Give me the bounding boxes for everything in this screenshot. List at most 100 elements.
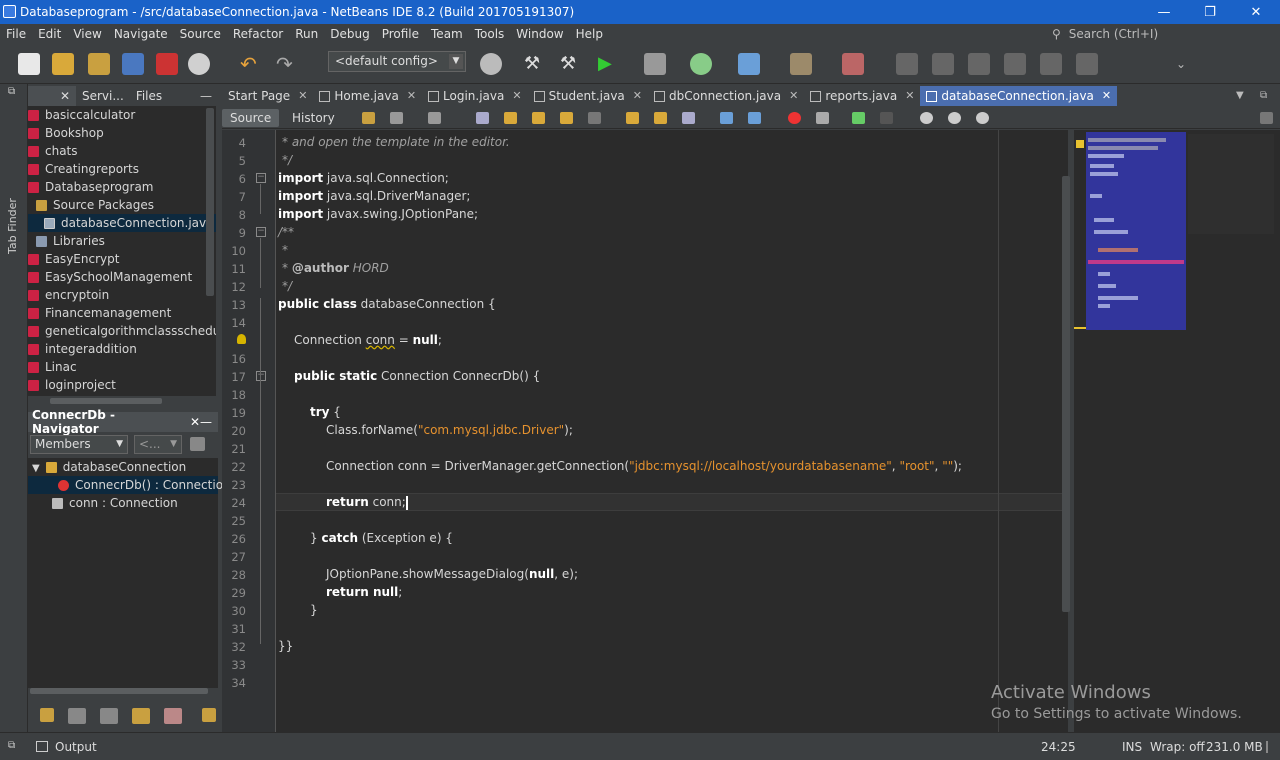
comment-icon[interactable]: [852, 112, 865, 124]
tree-item-selected[interactable]: databaseConnection.java: [28, 214, 216, 232]
save-all-icon[interactable]: [122, 53, 144, 75]
zoom-in-icon[interactable]: [920, 112, 933, 124]
close-icon[interactable]: ✕: [512, 86, 521, 106]
tree-item[interactable]: Libraries: [28, 232, 216, 250]
tree-item[interactable]: Bookshop: [28, 124, 216, 142]
fold-collapse-icon[interactable]: −: [256, 173, 266, 183]
menu-debug[interactable]: Debug: [324, 27, 375, 41]
restore-icon[interactable]: ⧉: [8, 86, 15, 97]
tree-item[interactable]: loginproject: [28, 376, 216, 394]
tree-item[interactable]: integeraddition: [28, 340, 216, 358]
clean-build-icon[interactable]: ⚒: [560, 53, 582, 75]
find-next-icon[interactable]: [532, 112, 545, 124]
tree-item[interactable]: Databaseprogram: [28, 178, 216, 196]
next-bookmark-icon[interactable]: [654, 112, 667, 124]
find-previous-icon[interactable]: [504, 112, 517, 124]
window-icon[interactable]: [896, 53, 918, 75]
screenshot-icon[interactable]: [738, 53, 760, 75]
nonpublic-filter-icon[interactable]: [132, 708, 150, 724]
back-icon[interactable]: [390, 112, 403, 124]
open-project-icon[interactable]: [88, 53, 110, 75]
undo-icon[interactable]: ↶: [240, 53, 262, 75]
toggle-highlight-icon[interactable]: [560, 112, 573, 124]
close-icon[interactable]: ✕: [298, 86, 307, 106]
fields-filter-icon[interactable]: [68, 708, 86, 724]
tree-item[interactable]: Linac: [28, 358, 216, 376]
new-file-icon[interactable]: [18, 53, 40, 75]
sort-icon[interactable]: [202, 708, 216, 722]
tab-dbconnection-java[interactable]: dbConnection.java ✕: [648, 86, 804, 106]
prev-bookmark-icon[interactable]: [626, 112, 639, 124]
tree-item[interactable]: Source Packages: [28, 196, 216, 214]
menu-team[interactable]: Team: [425, 27, 469, 41]
start-macro-icon[interactable]: [788, 112, 801, 124]
search-box[interactable]: ⚲ Search (Ctrl+I): [1052, 25, 1272, 43]
menu-run[interactable]: Run: [289, 27, 324, 41]
close-icon[interactable]: ✕: [407, 86, 416, 106]
find-icon[interactable]: [476, 112, 489, 124]
source-mode-button[interactable]: Source: [222, 109, 280, 127]
expand-triangle-icon[interactable]: ▼: [32, 463, 40, 474]
tab-start-page[interactable]: Start Page ✕: [222, 86, 313, 106]
last-edit-icon[interactable]: [362, 112, 375, 124]
build-hammer-icon[interactable]: ⚒: [524, 53, 546, 75]
nav-field-item[interactable]: conn : Connection: [28, 494, 218, 512]
more-chevron-icon[interactable]: ⌄: [1176, 53, 1198, 75]
close-icon[interactable]: ✕: [789, 86, 798, 106]
tab-home-java[interactable]: Home.java ✕: [313, 86, 422, 106]
tab-finder-label[interactable]: Tab Finder: [6, 198, 19, 254]
config-select[interactable]: <default config> ▼: [328, 51, 466, 72]
close-icon[interactable]: ✕: [190, 415, 200, 429]
zoom-reset-icon[interactable]: [976, 112, 989, 124]
menu-refactor[interactable]: Refactor: [227, 27, 289, 41]
forward-icon[interactable]: [428, 112, 441, 124]
maximize-button[interactable]: ❐: [1187, 0, 1233, 24]
minimize-button[interactable]: —: [1141, 0, 1187, 24]
tree-item[interactable]: encryptoin: [28, 286, 216, 304]
memory-usage[interactable]: 231.0 MB: [1206, 740, 1263, 754]
output-tab[interactable]: Output: [55, 740, 97, 754]
minimize-panel-icon[interactable]: —: [200, 89, 212, 103]
debug-icon[interactable]: [644, 53, 666, 75]
tree-item[interactable]: EasySchoolManagement: [28, 268, 216, 286]
warning-marker-icon[interactable]: [1076, 140, 1084, 148]
tools-icon[interactable]: [842, 53, 864, 75]
tab-student-java[interactable]: Student.java ✕: [528, 86, 648, 106]
split-icon[interactable]: [1076, 53, 1098, 75]
tab-projects[interactable]: ✕: [28, 86, 76, 106]
lightbulb-hint-icon[interactable]: [237, 334, 246, 344]
menu-profile[interactable]: Profile: [376, 27, 425, 41]
tree-item[interactable]: basiccalculator: [28, 106, 216, 124]
members-filter-select[interactable]: Members ▼: [30, 435, 128, 454]
navigator-hscrollbar[interactable]: [30, 688, 208, 694]
tab-list-icon[interactable]: ▼: [1236, 86, 1250, 106]
tab-databaseconnection-java[interactable]: databaseConnection.java ✕: [920, 86, 1118, 106]
fold-collapse-icon[interactable]: −: [256, 371, 266, 381]
close-icon[interactable]: ✕: [60, 86, 70, 106]
menu-help[interactable]: Help: [570, 27, 609, 41]
maximize-editor-icon[interactable]: ⧉: [1260, 86, 1274, 106]
menu-view[interactable]: View: [67, 27, 107, 41]
toggle-bookmark-icon[interactable]: [682, 112, 695, 124]
history-mode-button[interactable]: History: [284, 109, 343, 127]
navigator-options-icon[interactable]: [190, 437, 205, 451]
stop-macro-icon[interactable]: [816, 112, 829, 124]
restore-icon[interactable]: ⧉: [8, 740, 15, 751]
tree-item[interactable]: Creatingreports: [28, 160, 216, 178]
filezilla-icon[interactable]: [156, 53, 178, 75]
menu-navigate[interactable]: Navigate: [108, 27, 174, 41]
minimize-panel-icon[interactable]: —: [200, 415, 212, 429]
menu-edit[interactable]: Edit: [32, 27, 67, 41]
shift-right-icon[interactable]: [748, 112, 761, 124]
menu-file[interactable]: File: [0, 27, 32, 41]
uncomment-icon[interactable]: [880, 112, 893, 124]
close-button[interactable]: ✕: [1233, 0, 1279, 24]
tree-item[interactable]: EasyEncrypt: [28, 250, 216, 268]
windows-icon[interactable]: [1040, 53, 1062, 75]
inheritance-filter-select[interactable]: <... ▼: [134, 435, 182, 454]
toggle-rect-selection-icon[interactable]: [588, 112, 601, 124]
profile-icon[interactable]: [690, 53, 712, 75]
fold-collapse-icon[interactable]: −: [256, 227, 266, 237]
close-icon[interactable]: ✕: [905, 86, 914, 106]
tab-files[interactable]: Files: [130, 86, 168, 106]
